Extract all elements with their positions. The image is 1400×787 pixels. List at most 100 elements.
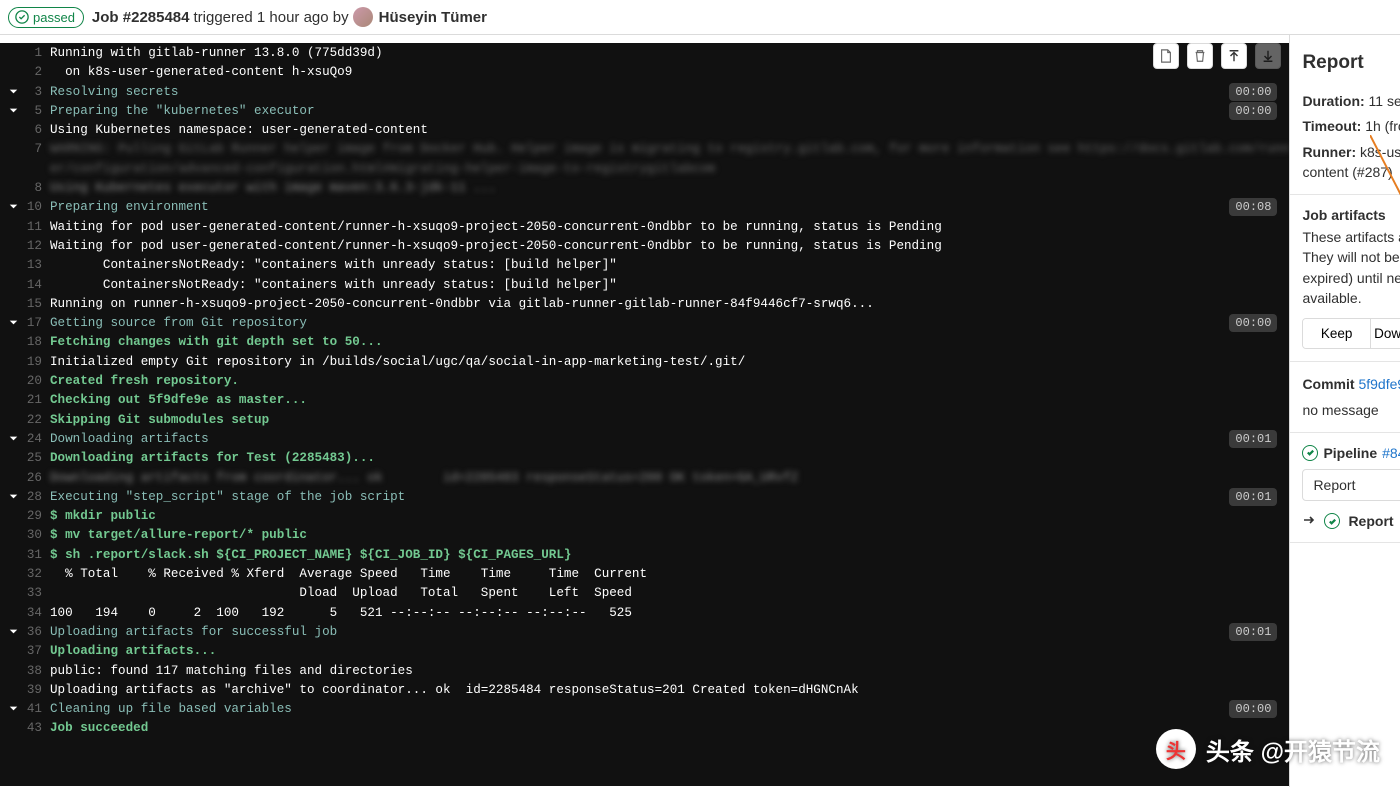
- log-line: 22Skipping Git submodules setup: [0, 411, 1289, 430]
- log-line: er/configuration/advanced-configuration.…: [0, 160, 1289, 179]
- log-text: Skipping Git submodules setup: [50, 411, 1289, 430]
- log-line[interactable]: 41Cleaning up file based variables00:00: [0, 700, 1289, 719]
- keep-button[interactable]: Keep: [1303, 319, 1370, 348]
- author-name[interactable]: Hüseyin Tümer: [379, 9, 487, 26]
- erase-log-button[interactable]: [1187, 43, 1213, 69]
- watermark-text: 头条 @开猿节流: [1206, 732, 1380, 767]
- line-number: 37: [0, 642, 50, 661]
- chevron-down-icon[interactable]: [6, 199, 22, 215]
- line-number: 12: [0, 237, 50, 256]
- duration-row: Duration: 11 seconds: [1302, 91, 1400, 111]
- log-line: 29$ mkdir public: [0, 507, 1289, 526]
- log-text: Uploading artifacts...: [50, 642, 1289, 661]
- status-badge: passed: [8, 7, 84, 28]
- avatar[interactable]: [353, 7, 373, 27]
- arrow-up-icon: [1227, 49, 1241, 63]
- log-text: Running on runner-h-xsuqo9-project-2050-…: [50, 295, 1289, 314]
- log-line: 25Downloading artifacts for Test (228548…: [0, 449, 1289, 468]
- log-line[interactable]: 3Resolving secrets00:00: [0, 83, 1289, 102]
- line-number: 22: [0, 411, 50, 430]
- line-number: 2: [0, 63, 50, 82]
- stage-select[interactable]: Report: [1302, 469, 1400, 501]
- job-status-icon: [1324, 513, 1340, 529]
- artifacts-heading: Job artifacts: [1302, 207, 1400, 223]
- log-text: WARNING: Pulling GitLab Runner helper im…: [50, 140, 1289, 159]
- scroll-bottom-button[interactable]: [1255, 43, 1281, 69]
- log-text: Waiting for pod user-generated-content/r…: [50, 218, 1289, 237]
- log-line[interactable]: 5Preparing the "kubernetes" executor00:0…: [0, 102, 1289, 121]
- log-text: Downloading artifacts: [50, 430, 1289, 449]
- commit-row: Commit 5f9dfe9e: [1302, 374, 1400, 394]
- log-text: er/configuration/advanced-configuration.…: [50, 160, 1289, 179]
- log-line: 1Running with gitlab-runner 13.8.0 (775d…: [0, 44, 1289, 63]
- log-line: 38public: found 117 matching files and d…: [0, 662, 1289, 681]
- chevron-down-icon[interactable]: [6, 103, 22, 119]
- log-line: 32 % Total % Received % Xferd Average Sp…: [0, 565, 1289, 584]
- log-text: Using Kubernetes executor with image mav…: [50, 179, 1289, 198]
- watermark-icon: 头: [1156, 729, 1196, 769]
- log-line: 19Initialized empty Git repository in /b…: [0, 353, 1289, 372]
- sidebar: Report Retry Duration: 11 seconds Timeou…: [1289, 35, 1400, 787]
- line-number: 18: [0, 333, 50, 352]
- log-text: Job succeeded: [50, 719, 1289, 738]
- log-text: Preparing the "kubernetes" executor: [50, 102, 1289, 121]
- log-line: 6Using Kubernetes namespace: user-genera…: [0, 121, 1289, 140]
- log-line: 7WARNING: Pulling GitLab Runner helper i…: [0, 140, 1289, 159]
- scroll-top-button[interactable]: [1221, 43, 1247, 69]
- check-circle-icon: [15, 10, 29, 24]
- triggered-text: triggered 1 hour ago by: [194, 9, 349, 26]
- log-text: $ mkdir public: [50, 507, 1289, 526]
- line-number: 13: [0, 256, 50, 275]
- chevron-down-icon[interactable]: [6, 489, 22, 505]
- sidebar-title: Report: [1302, 52, 1363, 74]
- log-text: $ mv target/allure-report/* public: [50, 526, 1289, 545]
- log-text: Executing "step_script" stage of the job…: [50, 488, 1289, 507]
- job-header: passed Job #2285484 triggered 1 hour ago…: [0, 0, 1400, 35]
- line-number: 34: [0, 604, 50, 623]
- pipeline-row: Pipeline #845732 for master: [1302, 445, 1400, 461]
- console[interactable]: 1Running with gitlab-runner 13.8.0 (775d…: [0, 43, 1289, 786]
- pipeline-link[interactable]: #845732: [1382, 445, 1400, 461]
- log-line[interactable]: 10Preparing environment00:08: [0, 198, 1289, 217]
- watermark: 头 头条 @开猿节流: [1156, 729, 1380, 769]
- chevron-down-icon[interactable]: [6, 315, 22, 331]
- duration-badge: 00:00: [1229, 102, 1277, 120]
- log-line: 14 ContainersNotReady: "containers with …: [0, 276, 1289, 295]
- log-toolbar: [1153, 43, 1281, 69]
- chevron-down-icon[interactable]: [6, 624, 22, 640]
- line-number: 11: [0, 218, 50, 237]
- line-number: 19: [0, 353, 50, 372]
- chevron-down-icon[interactable]: [6, 431, 22, 447]
- log-line[interactable]: 36Uploading artifacts for successful job…: [0, 623, 1289, 642]
- duration-badge: 00:00: [1229, 83, 1277, 101]
- log-text: public: found 117 matching files and dir…: [50, 662, 1289, 681]
- log-line: 37Uploading artifacts...: [0, 642, 1289, 661]
- line-number: 15: [0, 295, 50, 314]
- line-number: 21: [0, 391, 50, 410]
- line-number: 30: [0, 526, 50, 545]
- duration-badge: 00:01: [1229, 488, 1277, 506]
- commit-link[interactable]: 5f9dfe9e: [1358, 376, 1400, 392]
- current-job-row[interactable]: Report: [1290, 501, 1400, 543]
- log-line[interactable]: 28Executing "step_script" stage of the j…: [0, 488, 1289, 507]
- chevron-down-icon[interactable]: [6, 701, 22, 717]
- artifact-buttons: Keep Download Browse: [1302, 318, 1400, 349]
- line-number: 26: [0, 469, 50, 488]
- line-number: 25: [0, 449, 50, 468]
- log-line[interactable]: 24Downloading artifacts00:01: [0, 430, 1289, 449]
- log-text: Downloading artifacts from coordinator..…: [50, 469, 1289, 488]
- download-button[interactable]: Download: [1371, 319, 1400, 348]
- chevron-down-icon[interactable]: [6, 84, 22, 100]
- line-number: 14: [0, 276, 50, 295]
- duration-badge: 00:01: [1229, 430, 1277, 448]
- log-line: 13 ContainersNotReady: "containers with …: [0, 256, 1289, 275]
- line-number: 7: [0, 140, 50, 159]
- log-line[interactable]: 17Getting source from Git repository00:0…: [0, 314, 1289, 333]
- artifacts-text: These artifacts are the latest. They wil…: [1302, 227, 1400, 308]
- log-text: 100 194 0 2 100 192 5 521 --:--:-- --:--…: [50, 604, 1289, 623]
- log-line: 20Created fresh repository.: [0, 372, 1289, 391]
- line-number: 38: [0, 662, 50, 681]
- raw-log-button[interactable]: [1153, 43, 1179, 69]
- log-line: 34100 194 0 2 100 192 5 521 --:--:-- --:…: [0, 604, 1289, 623]
- duration-badge: 00:01: [1229, 623, 1277, 641]
